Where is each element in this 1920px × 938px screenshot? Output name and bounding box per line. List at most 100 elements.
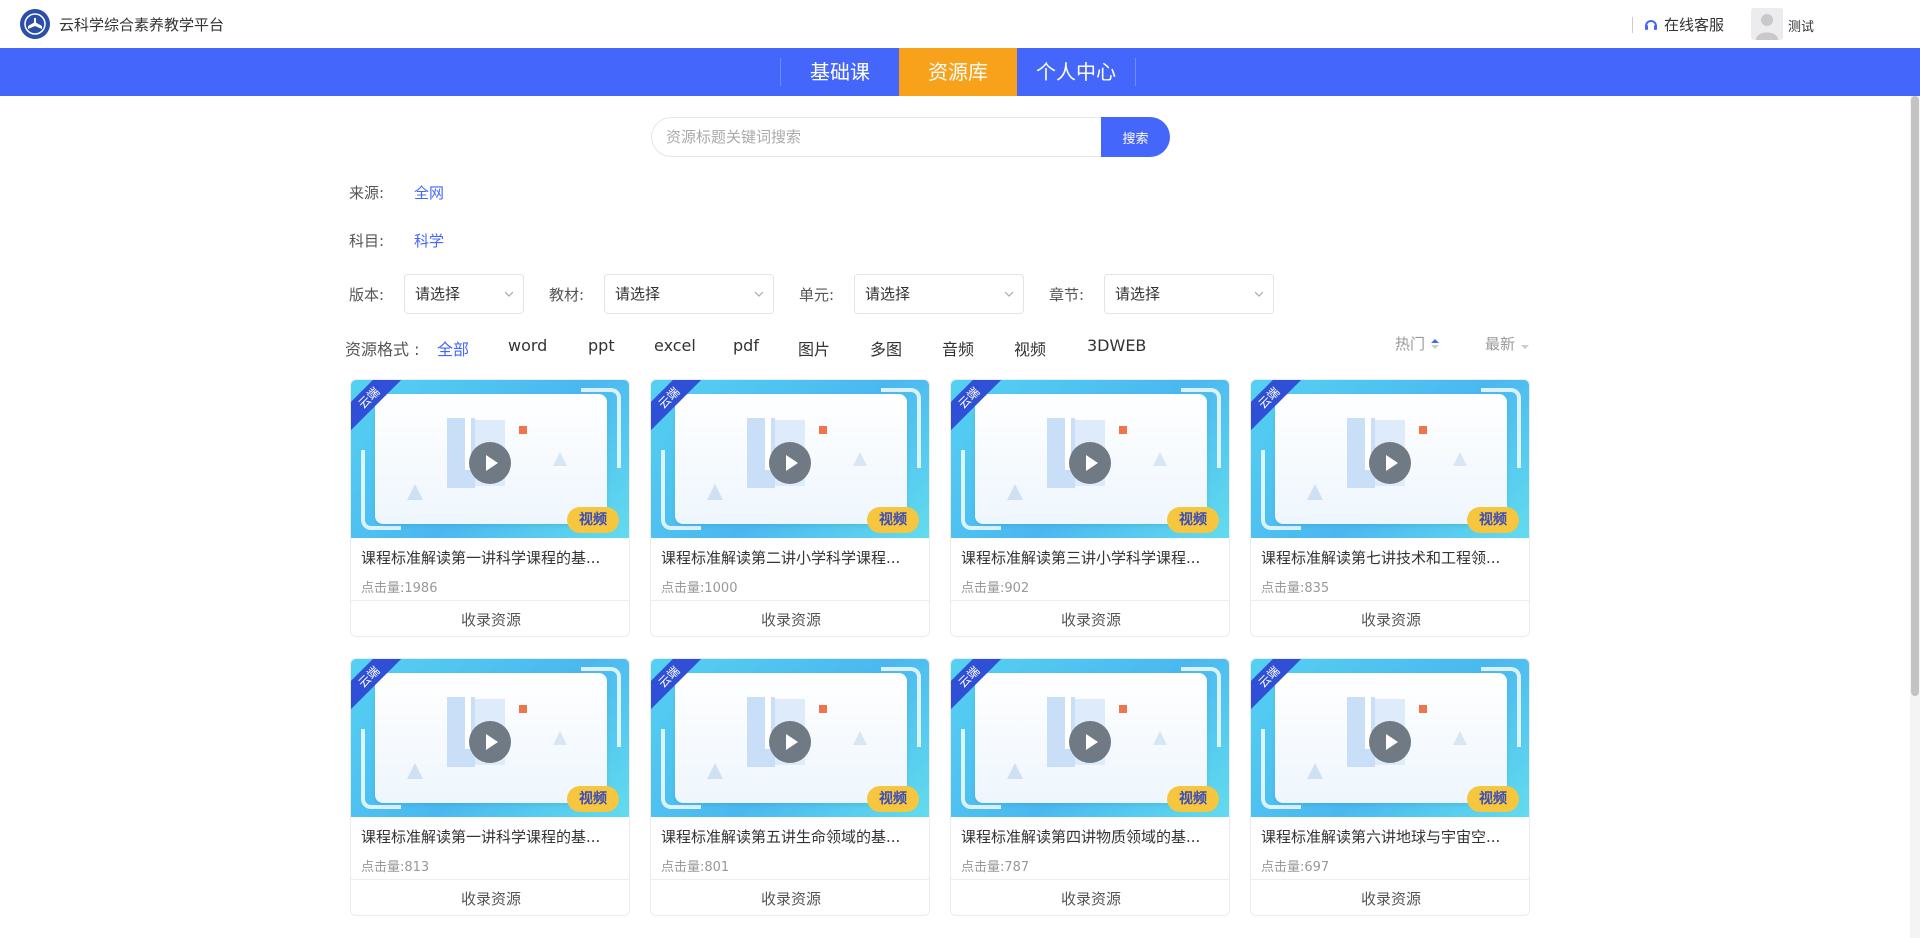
avatar[interactable] (1751, 8, 1783, 40)
card-title[interactable]: 课程标准解读第二讲小学科学课程... (661, 547, 923, 568)
video-thumbnail[interactable]: 云端 视频 (651, 380, 929, 538)
collect-resource-button[interactable]: 收录资源 (651, 879, 929, 915)
format-image[interactable]: 图片 (798, 336, 830, 360)
play-icon[interactable] (1069, 442, 1111, 484)
tree-icon (1007, 763, 1023, 779)
format-excel[interactable]: excel (654, 336, 696, 355)
format-3dweb[interactable]: 3DWEB (1087, 336, 1146, 355)
format-video[interactable]: 视频 (1014, 336, 1046, 360)
resource-card[interactable]: 云端 视频课程标准解读第二讲小学科学课程... 点击量:1000 收录资源 (650, 379, 930, 637)
nav-item-basic-course[interactable]: 基础课 (781, 48, 899, 96)
collect-resource-button[interactable]: 收录资源 (351, 879, 629, 915)
collect-resource-button[interactable]: 收录资源 (1251, 600, 1529, 636)
views-count: 1986 (404, 581, 438, 596)
chapter-select[interactable]: 请选择 (1104, 274, 1274, 314)
resource-card[interactable]: 云端 视频课程标准解读第四讲物质领域的基... 点击量:787 收录资源 (950, 658, 1230, 916)
textbook-select-value: 请选择 (615, 285, 661, 303)
support-label: 在线客服 (1664, 16, 1725, 34)
search-button[interactable]: 搜索 (1101, 117, 1170, 157)
nav-item-personal-center[interactable]: 个人中心 (1017, 48, 1135, 96)
format-pdf[interactable]: pdf (733, 336, 759, 355)
collect-resource-button[interactable]: 收录资源 (951, 879, 1229, 915)
video-thumbnail[interactable]: 云端 视频 (951, 380, 1229, 538)
views-count: 1000 (704, 581, 738, 596)
play-icon[interactable] (1069, 721, 1111, 763)
tree-icon (853, 452, 867, 466)
nav-divider (1135, 58, 1136, 86)
tree-icon (853, 731, 867, 745)
video-thumbnail[interactable]: 云端 视频 (1251, 659, 1529, 817)
play-icon[interactable] (769, 721, 811, 763)
video-thumbnail[interactable]: 云端 视频 (651, 659, 929, 817)
nav-item-resource-library[interactable]: 资源库 (899, 48, 1017, 96)
format-all[interactable]: 全部 (437, 336, 469, 360)
card-title[interactable]: 课程标准解读第三讲小学科学课程... (961, 547, 1223, 568)
card-title[interactable]: 课程标准解读第五讲生命领域的基... (661, 826, 923, 847)
platform-logo-icon[interactable] (20, 9, 50, 39)
format-multi-image[interactable]: 多图 (870, 336, 902, 360)
video-thumbnail[interactable]: 云端 视频 (951, 659, 1229, 817)
tree-icon (1307, 763, 1323, 779)
resource-card[interactable]: 云端 视频 课程标准解读第六讲地球与宇宙空... 点击量:697 收录资源 (1250, 658, 1530, 916)
tree-icon (1307, 484, 1323, 500)
video-badge: 视频 (1467, 786, 1519, 812)
card-title[interactable]: 课程标准解读第一讲科学课程的基... (361, 547, 623, 568)
online-support-link[interactable]: 在线客服 (1632, 14, 1724, 35)
source-label: 来源: (349, 184, 385, 202)
video-thumbnail[interactable]: 云端 视频 (351, 380, 629, 538)
views-count: 835 (1304, 581, 1330, 596)
edition-select[interactable]: 请选择 (404, 274, 524, 314)
tree-icon (553, 731, 567, 745)
decor-dot (1419, 426, 1427, 434)
play-icon[interactable] (769, 442, 811, 484)
play-icon[interactable] (1369, 442, 1411, 484)
views-count: 813 (404, 860, 430, 875)
collect-resource-button[interactable]: 收录资源 (1251, 879, 1529, 915)
format-audio[interactable]: 音频 (942, 336, 974, 360)
format-word[interactable]: word (508, 336, 547, 355)
scrollbar-thumb[interactable] (1911, 96, 1919, 696)
video-thumbnail[interactable]: 云端 视频 (1251, 380, 1529, 538)
card-title[interactable]: 课程标准解读第一讲科学课程的基... (361, 826, 623, 847)
edition-label: 版本: (349, 286, 385, 304)
play-icon[interactable] (1369, 721, 1411, 763)
video-badge: 视频 (1467, 507, 1519, 533)
collect-resource-button[interactable]: 收录资源 (651, 600, 929, 636)
tree-icon (1007, 484, 1023, 500)
tree-icon (407, 484, 423, 500)
source-option-all[interactable]: 全网 (414, 182, 444, 203)
play-icon[interactable] (469, 442, 511, 484)
views-label: 点击量: (961, 581, 1005, 596)
format-label: 资源格式 : (345, 340, 420, 359)
card-title[interactable]: 课程标准解读第六讲地球与宇宙空... (1261, 826, 1523, 847)
subject-option-science[interactable]: 科学 (414, 230, 444, 251)
card-views: 点击量:1000 (661, 577, 737, 596)
card-views: 点击量:813 (361, 856, 429, 875)
video-thumbnail[interactable]: 云端 视频 (351, 659, 629, 817)
textbook-select[interactable]: 请选择 (604, 274, 774, 314)
username[interactable]: 测试 (1788, 16, 1814, 35)
search-input[interactable] (651, 117, 1101, 157)
views-label: 点击量: (961, 860, 1005, 875)
card-title[interactable]: 课程标准解读第七讲技术和工程领... (1261, 547, 1523, 568)
decor-dot (519, 426, 527, 434)
sort-hot[interactable]: 热门 (1395, 333, 1440, 354)
tree-icon (553, 452, 567, 466)
sort-new[interactable]: 最新 (1485, 333, 1530, 354)
resource-card[interactable]: 云端 视频课程标准解读第七讲技术和工程领... 点击量:835 收录资源 (1250, 379, 1530, 637)
chevron-down-icon (1005, 291, 1013, 297)
resource-card[interactable]: 云端 视频 课程标准解读第一讲科学课程的基... 点击量:1986 收录资源 (350, 379, 630, 637)
format-ppt[interactable]: ppt (588, 336, 615, 355)
site-title[interactable]: 云科学综合素养教学平台 (59, 14, 224, 35)
views-label: 点击量: (1261, 581, 1305, 596)
resource-card[interactable]: 云端 视频课程标准解读第一讲科学课程的基... 点击量:813 收录资源 (350, 658, 630, 916)
resource-card[interactable]: 云端 视频 课程标准解读第五讲生命领域的基... 点击量:801 收录资源 (650, 658, 930, 916)
tree-icon (1153, 731, 1167, 745)
unit-select[interactable]: 请选择 (854, 274, 1024, 314)
play-icon[interactable] (469, 721, 511, 763)
views-count: 787 (1004, 860, 1030, 875)
card-title[interactable]: 课程标准解读第四讲物质领域的基... (961, 826, 1223, 847)
collect-resource-button[interactable]: 收录资源 (351, 600, 629, 636)
collect-resource-button[interactable]: 收录资源 (951, 600, 1229, 636)
resource-card[interactable]: 云端 视频 课程标准解读第三讲小学科学课程... 点击量:902 收录资源 (950, 379, 1230, 637)
